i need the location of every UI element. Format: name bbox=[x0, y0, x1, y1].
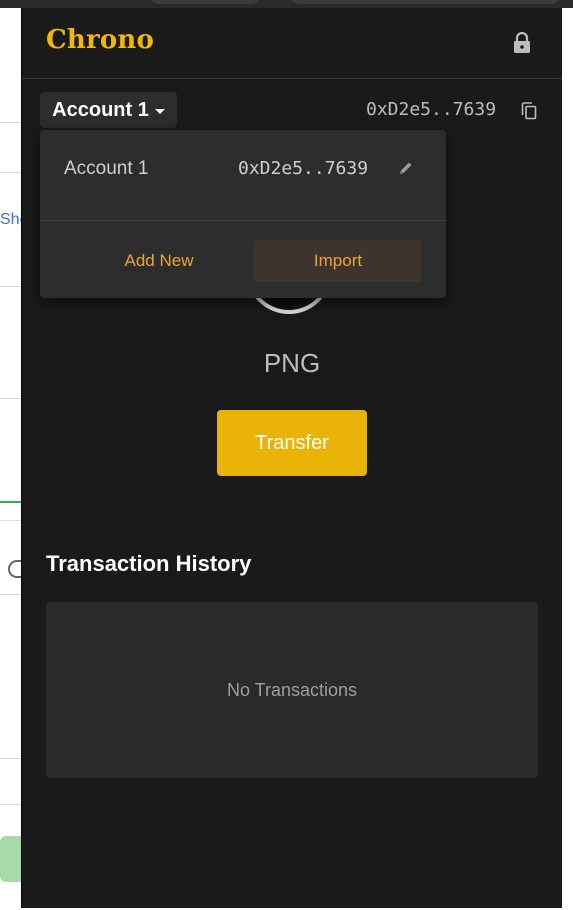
import-account-button[interactable]: Import bbox=[254, 240, 422, 282]
bg-divider bbox=[0, 122, 22, 123]
dropdown-divider bbox=[40, 220, 446, 221]
add-new-account-button[interactable]: Add New bbox=[92, 240, 226, 282]
edit-pencil-icon[interactable] bbox=[398, 160, 414, 176]
bg-divider bbox=[0, 398, 22, 399]
bg-divider bbox=[0, 804, 22, 805]
lock-icon[interactable] bbox=[513, 32, 531, 54]
token-symbol: PNG bbox=[263, 348, 321, 378]
bg-divider bbox=[0, 286, 22, 287]
bg-divider bbox=[0, 758, 22, 759]
bg-green-line bbox=[0, 501, 22, 503]
wallet-header: Chrono bbox=[22, 8, 562, 79]
dropdown-account-address: 0xD2e5..7639 bbox=[238, 158, 369, 179]
browser-chrome bbox=[0, 0, 573, 8]
dropdown-account-name: Account 1 bbox=[64, 158, 149, 179]
transaction-history-title: Transaction History bbox=[46, 551, 252, 576]
empty-state-text: No Transactions bbox=[226, 679, 358, 700]
dropdown-account-item[interactable]: Account 1 0xD2e5..7639 bbox=[40, 130, 446, 220]
transfer-button[interactable]: Transfer bbox=[217, 410, 367, 476]
bg-divider bbox=[0, 172, 22, 173]
bg-green-button bbox=[0, 836, 22, 882]
account-dropdown-menu: Account 1 0xD2e5..7639 Add New Import bbox=[40, 130, 446, 298]
bg-divider bbox=[0, 520, 22, 521]
bg-divider bbox=[0, 594, 22, 595]
account-selector-label: Account 1 bbox=[52, 98, 149, 121]
bg-link-text: Sho bbox=[0, 211, 22, 228]
copy-icon[interactable] bbox=[521, 102, 537, 120]
account-address: 0xD2e5..7639 bbox=[366, 99, 497, 120]
bg-circle-icon bbox=[8, 560, 22, 578]
browser-toolbar-edge bbox=[290, 0, 560, 4]
background-web-page: Sho bbox=[0, 8, 22, 910]
transaction-history-panel: No Transactions bbox=[46, 602, 538, 778]
browser-tab-edge bbox=[150, 0, 260, 4]
wallet-popup: Chrono Account 1 0xD2e5..7639 PNG Transf… bbox=[22, 8, 562, 908]
account-selector-button[interactable]: Account 1 bbox=[40, 92, 177, 128]
brand-logo: Chrono bbox=[46, 25, 155, 55]
chevron-down-icon bbox=[154, 108, 165, 114]
